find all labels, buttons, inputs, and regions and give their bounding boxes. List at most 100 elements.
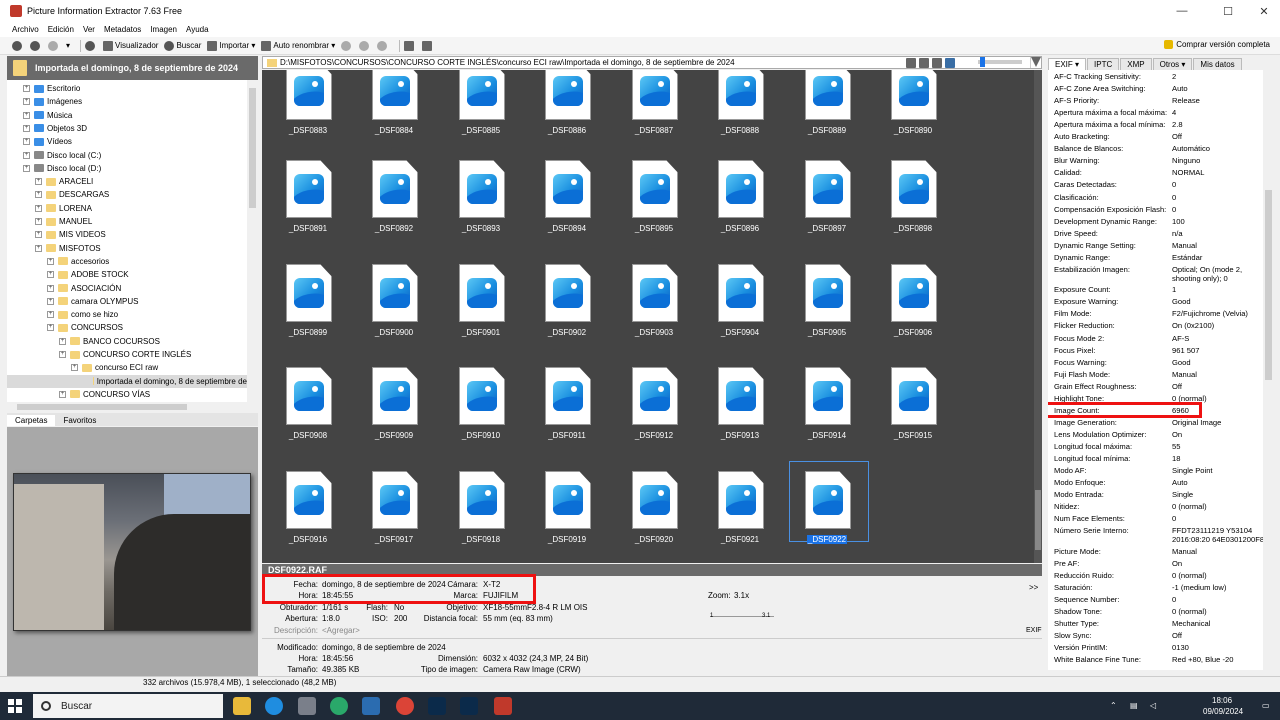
view-thumbnails-button[interactable] (945, 57, 955, 68)
thumbnail-item[interactable]: _DSF0903 (614, 264, 694, 344)
expand-toggle-icon[interactable]: + (59, 390, 66, 398)
tree-item[interactable]: + ASOCIACIÓN (47, 282, 121, 295)
view-large-icons-button[interactable] (906, 57, 916, 68)
tab-iptc[interactable]: IPTC (1087, 58, 1120, 70)
tree-item[interactable]: + Música (23, 109, 72, 122)
thumbnail-item[interactable]: _DSF0897 (787, 160, 867, 240)
thumbnail-item[interactable]: _DSF0893 (441, 160, 521, 240)
tree-item[interactable]: + BANCO COCURSOS (59, 335, 160, 348)
tree-item[interactable]: + ARACELI (35, 175, 93, 188)
tree-item[interactable]: + como se hizo (47, 308, 118, 321)
thumbnail-item[interactable]: _DSF0891 (268, 160, 348, 240)
thumbnail-item[interactable]: _DSF0922 (787, 461, 869, 551)
tab-favoritos[interactable]: Favoritos (55, 415, 104, 426)
tree-item[interactable]: + concurso ECI raw (71, 361, 158, 374)
expand-toggle-icon[interactable]: + (59, 351, 66, 358)
file-explorer-icon[interactable] (233, 697, 251, 715)
lightroom-classic-icon[interactable] (460, 697, 478, 715)
clock-time[interactable]: 18:06 (1212, 696, 1232, 705)
expand-toggle-icon[interactable]: + (59, 337, 66, 345)
thumbnail-item[interactable]: _DSF0900 (354, 264, 434, 344)
forward-button[interactable] (30, 40, 42, 51)
rotate-left-button[interactable] (341, 40, 353, 51)
expand-toggle-icon[interactable]: + (23, 111, 30, 119)
tree-item[interactable]: + Objetos 3D (23, 122, 87, 135)
menu-imagen[interactable]: Imagen (150, 25, 177, 34)
download-button[interactable] (377, 40, 389, 51)
tree-item[interactable]: + accesorios (47, 255, 109, 268)
search-button[interactable]: Buscar (164, 40, 201, 51)
expand-toggle-icon[interactable]: + (23, 85, 30, 92)
thumbnail-item[interactable]: _DSF0899 (268, 264, 348, 344)
network-icon[interactable]: ▤ (1130, 701, 1138, 710)
menu-ver[interactable]: Ver (83, 25, 95, 34)
menu-ayuda[interactable]: Ayuda (186, 25, 209, 34)
tree-item[interactable]: + camara OLYMPUS (47, 295, 138, 308)
thumbnail-item[interactable]: _DSF0921 (700, 471, 780, 551)
volume-icon[interactable]: ◁ (1150, 701, 1156, 710)
tree-item[interactable]: + Vídeos (23, 135, 72, 148)
thumbnail-item[interactable]: _DSF0908 (268, 367, 348, 447)
scrollbar-thumb[interactable] (1035, 490, 1041, 550)
thumbnail-item[interactable]: _DSF0888 (700, 70, 780, 142)
tab-exif[interactable]: EXIF ▾ (1048, 58, 1087, 70)
scrollbar-thumb[interactable] (1265, 190, 1272, 380)
thumbnail-item[interactable]: _DSF0892 (354, 160, 434, 240)
thumbnail-item[interactable]: _DSF0905 (787, 264, 867, 344)
descripcion-add-link[interactable]: <Agregar> (322, 626, 360, 635)
expand-toggle-icon[interactable]: + (23, 138, 30, 146)
expand-toggle-icon[interactable]: + (35, 218, 42, 225)
windows-start-button[interactable] (8, 699, 22, 713)
thumbnail-item[interactable]: _DSF0914 (787, 367, 867, 447)
tree-horizontal-scrollbar[interactable] (7, 402, 258, 412)
expand-toggle-icon[interactable]: + (35, 204, 42, 212)
tree-item[interactable]: + DESCARGAS (35, 188, 109, 201)
scrollbar-thumb[interactable] (249, 88, 256, 208)
thumbnail-item[interactable]: _DSF0919 (527, 471, 607, 551)
tree-item[interactable]: + Escritorio (23, 82, 80, 95)
filter-icon[interactable] (1031, 57, 1041, 67)
expand-toggle-icon[interactable]: + (47, 297, 54, 305)
thumbnail-item[interactable]: _DSF0886 (527, 70, 607, 142)
menu-metadatos[interactable]: Metadatos (104, 25, 141, 34)
history-dropdown[interactable]: ▾ (66, 41, 70, 50)
thumbnail-item[interactable]: _DSF0918 (441, 471, 521, 551)
view-list-button[interactable] (919, 57, 929, 68)
menu-edicion[interactable]: Edición (48, 25, 74, 34)
tree-item[interactable]: + Imágenes (23, 95, 82, 108)
scrollbar-thumb[interactable] (17, 404, 187, 410)
expand-toggle-icon[interactable]: + (23, 164, 30, 172)
expand-toggle-icon[interactable]: + (23, 98, 30, 106)
tree-item[interactable]: + CONCURSOS (47, 321, 123, 334)
thumbnail-item[interactable]: _DSF0901 (441, 264, 521, 344)
thumbnail-item[interactable]: _DSF0912 (614, 367, 694, 447)
expand-toggle-icon[interactable]: + (23, 151, 30, 159)
expand-toggle-icon[interactable]: + (35, 231, 42, 239)
thumbnail-item[interactable]: _DSF0896 (700, 160, 780, 240)
thumbnail-item[interactable]: _DSF0920 (614, 471, 694, 551)
menu-archivo[interactable]: Archivo (12, 25, 39, 34)
exif-vertical-scrollbar[interactable] (1263, 70, 1274, 670)
tree-item[interactable]: + Disco local (C:) (23, 149, 101, 162)
thumbnail-item[interactable]: _DSF0913 (700, 367, 780, 447)
rotate-right-button[interactable] (359, 40, 371, 51)
thumbnail-item[interactable]: _DSF0883 (268, 70, 348, 142)
grid-vertical-scrollbar[interactable] (1034, 70, 1042, 563)
close-button[interactable]: ✕ (1248, 0, 1280, 22)
thumbnail-item[interactable]: _DSF0915 (873, 367, 953, 447)
import-button[interactable]: Importar ▾ (207, 40, 255, 51)
expand-toggle-icon[interactable]: + (71, 364, 78, 372)
tab-otros[interactable]: Otros ▾ (1152, 58, 1193, 70)
back-button[interactable] (12, 40, 24, 51)
thumbnail-item[interactable]: _DSF0906 (873, 264, 953, 344)
tab-mis-datos[interactable]: Mis datos (1193, 58, 1242, 70)
expand-toggle-icon[interactable]: + (47, 257, 54, 265)
expand-toggle-icon[interactable]: + (47, 271, 54, 279)
clock-date[interactable]: 09/09/2024 (1203, 707, 1243, 716)
expand-toggle-icon[interactable]: + (35, 191, 42, 199)
tray-chevron-icon[interactable]: ⌃ (1110, 701, 1117, 710)
expand-toggle-icon[interactable]: + (23, 124, 30, 132)
tree-item[interactable]: + Disco local (D:) (23, 162, 101, 175)
layout-button-1[interactable] (404, 40, 416, 51)
picture-info-extractor-icon[interactable] (494, 697, 512, 715)
